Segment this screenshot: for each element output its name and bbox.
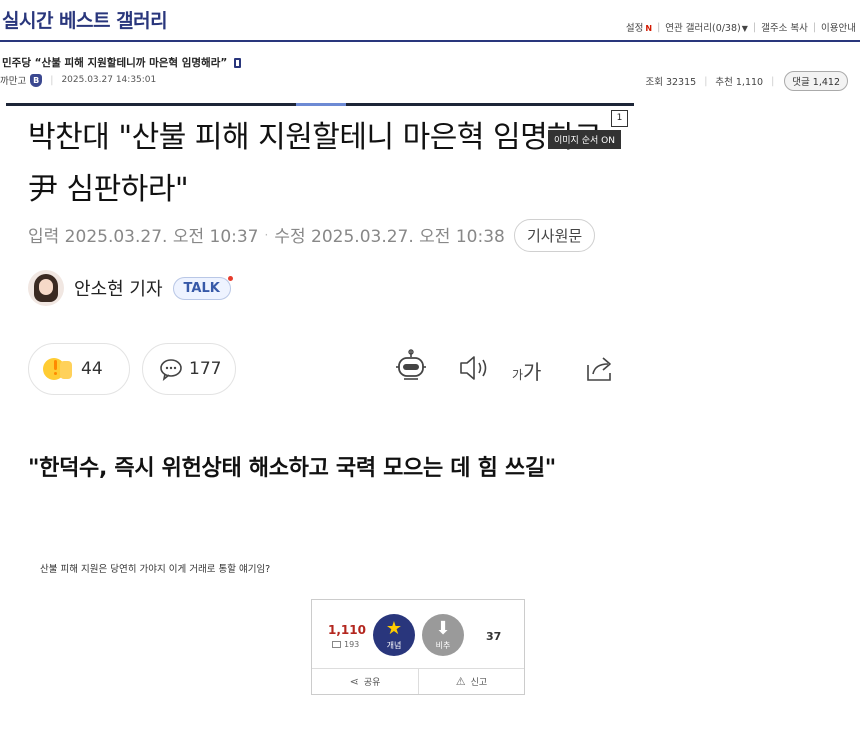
post-date: 2025.03.27 14:35:01 bbox=[61, 75, 157, 85]
notification-dot bbox=[227, 275, 233, 281]
article-headline: 박찬대 "산불 피해 지원할테니 마은혁 임명하고 尹 심판하라" bbox=[28, 120, 602, 207]
post-stats: 조회 32315 | 추천 1,110 | 댓글 1,412 bbox=[645, 71, 848, 91]
post-title-text: 민주당 “산불 피해 지원할테니까 마은혁 임명해라” bbox=[2, 57, 228, 69]
downvote-count: 37 bbox=[486, 630, 502, 643]
font-size-small: 가 bbox=[512, 368, 524, 382]
author-name[interactable]: 까만고 bbox=[0, 73, 26, 87]
fixed-count-value: 193 bbox=[344, 640, 360, 649]
comments-button[interactable]: 177 bbox=[142, 343, 236, 395]
emoji-exclaim bbox=[54, 360, 57, 370]
talk-button[interactable]: TALK bbox=[172, 275, 233, 300]
site-title[interactable]: 실시간 베스트 갤러리 bbox=[2, 6, 168, 33]
reaction-emoji-icon bbox=[43, 356, 73, 382]
article-dates: 입력 2025.03.27. 오전 10:37 · 수정 2025.03.27.… bbox=[28, 222, 505, 247]
modified-date: 수정 2025.03.27. 오전 10:38 bbox=[274, 227, 505, 247]
arrow-down-icon: ⬇ bbox=[435, 618, 451, 639]
settings-link[interactable]: 설정 N bbox=[626, 20, 652, 34]
share-nodes-icon: ⋖ bbox=[349, 675, 359, 688]
fixed-upvote-count: 193 bbox=[332, 640, 359, 649]
image-number: 1 bbox=[611, 110, 628, 127]
like-reaction-button[interactable]: 44 bbox=[28, 343, 130, 395]
vote-top: 1,110 193 ★ 개념 ⬇ 비추 37 bbox=[312, 600, 524, 668]
copy-address-link[interactable]: 갤주소 복사 bbox=[761, 20, 808, 34]
reporter-info: 안소현 기자 TALK bbox=[28, 270, 233, 306]
divider: | bbox=[812, 21, 817, 33]
reaction-row: 44 177 가가 bbox=[28, 343, 628, 395]
input-date: 입력 2025.03.27. 오전 10:37 bbox=[28, 227, 259, 247]
article-image: 박찬대 "산불 피해 지원할테니 마은혁 임명하고 尹 심판하라" 이미지 순서… bbox=[6, 100, 634, 575]
upvote-count: 1,110 bbox=[328, 623, 366, 637]
font-size-button[interactable]: 가가 bbox=[512, 356, 541, 385]
like-count: 44 bbox=[81, 359, 103, 379]
siren-icon: ⚠ bbox=[455, 675, 466, 688]
vote-box: 1,110 193 ★ 개념 ⬇ 비추 37 ⋖ 공유 ⚠ 신고 bbox=[311, 599, 525, 695]
divider: | bbox=[50, 74, 54, 86]
divider: | bbox=[704, 75, 708, 87]
emoji-exclaim-dot bbox=[54, 372, 57, 375]
divider: | bbox=[771, 75, 775, 87]
author-badge-icon: B bbox=[30, 73, 43, 87]
recommend-count: 추천 1,110 bbox=[715, 77, 764, 88]
post-title: 민주당 “산불 피해 지원할테니까 마은혁 임명해라” bbox=[2, 55, 242, 70]
related-gallery-label: 연관 갤러리(0/38) bbox=[665, 23, 741, 34]
header-links: 설정 N | 연관 갤러리(0/38)▼ | 갤주소 복사 | 이용안내 bbox=[626, 20, 856, 35]
speaker-icon[interactable] bbox=[458, 353, 490, 383]
share-icon[interactable] bbox=[584, 353, 616, 383]
original-article-button[interactable]: 기사원문 bbox=[514, 219, 596, 252]
article-topbar-highlight bbox=[296, 103, 346, 106]
divider: | bbox=[752, 21, 757, 33]
emoji-hand bbox=[60, 361, 72, 379]
guide-link[interactable]: 이용안내 bbox=[821, 20, 856, 34]
star-icon: ★ bbox=[385, 618, 403, 639]
divider: | bbox=[657, 21, 661, 33]
gallery-header: 실시간 베스트 갤러리 설정 N | 연관 갤러리(0/38)▼ | 갤주소 복사… bbox=[0, 0, 860, 42]
upvote-label: 개념 bbox=[386, 641, 402, 650]
fixed-user-icon bbox=[332, 641, 341, 648]
downvote-label: 비추 bbox=[435, 641, 451, 650]
reporter-name[interactable]: 안소현 기자 bbox=[74, 275, 163, 301]
talk-label: TALK bbox=[183, 280, 220, 296]
new-badge: N bbox=[645, 24, 653, 33]
vote-actions: ⋖ 공유 ⚠ 신고 bbox=[312, 668, 524, 694]
avatar-face bbox=[39, 279, 53, 295]
downvote-button[interactable]: ⬇ 비추 bbox=[422, 614, 464, 656]
comment-count: 177 bbox=[189, 359, 222, 379]
report-label: 신고 bbox=[470, 678, 488, 688]
upvote-button[interactable]: ★ 개념 bbox=[373, 614, 415, 656]
image-order-toggle[interactable]: 이미지 순서 ON bbox=[548, 130, 621, 149]
share-label: 공유 bbox=[363, 678, 381, 688]
related-gallery-link[interactable]: 연관 갤러리(0/38)▼ bbox=[665, 20, 748, 34]
font-size-big: 가 bbox=[523, 360, 542, 384]
report-button[interactable]: ⚠ 신고 bbox=[418, 669, 524, 694]
reporter-avatar bbox=[28, 270, 64, 306]
view-count: 조회 32315 bbox=[645, 77, 697, 88]
mobile-icon bbox=[234, 57, 242, 68]
article-subheadline: "한덕수, 즉시 위헌상태 해소하고 국력 모으는 데 힘 쓰길" bbox=[28, 456, 556, 481]
post-meta: 까만고 B | 2025.03.27 14:35:01 bbox=[0, 73, 156, 87]
post-body-text: 산불 피해 지원은 당연히 가야지 이게 거래로 통할 얘기임? bbox=[40, 564, 271, 575]
settings-label: 설정 bbox=[625, 23, 644, 34]
speech-bubble-icon bbox=[160, 359, 182, 381]
comment-count-button[interactable]: 댓글 1,412 bbox=[784, 71, 848, 91]
robot-summary-icon[interactable] bbox=[394, 349, 428, 385]
dot-separator: · bbox=[264, 227, 269, 242]
caret-down-icon: ▼ bbox=[741, 24, 748, 33]
share-button[interactable]: ⋖ 공유 bbox=[312, 669, 418, 694]
